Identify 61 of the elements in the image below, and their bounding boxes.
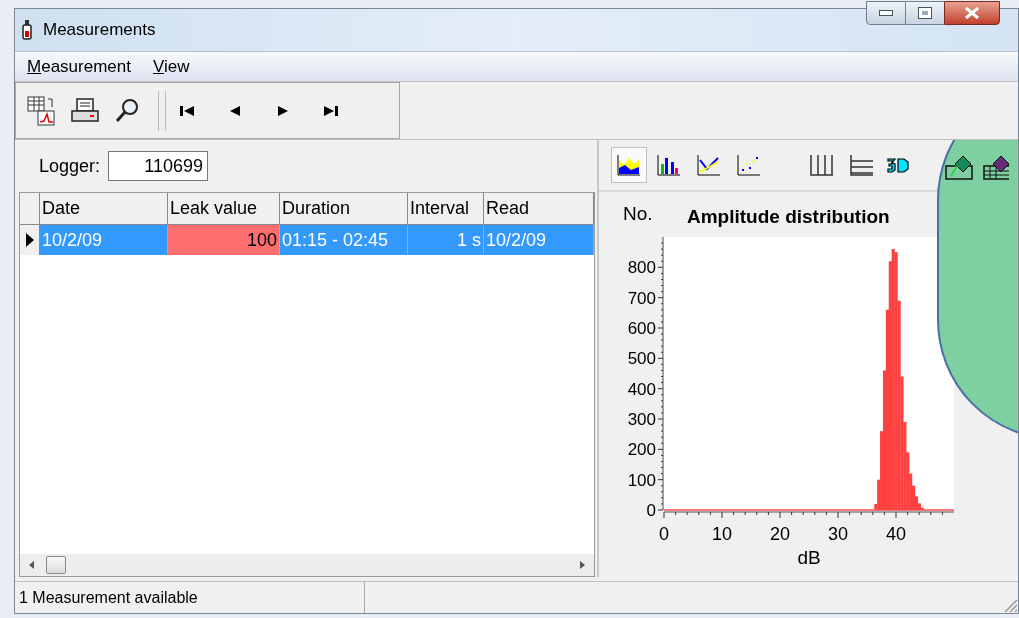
scatter-chart-icon bbox=[737, 154, 761, 176]
chart-type-button[interactable] bbox=[611, 147, 647, 183]
logger-label: Logger: bbox=[39, 154, 101, 178]
logger-field[interactable]: 110699 bbox=[108, 151, 209, 181]
x-tick-label: 20 bbox=[770, 524, 790, 544]
previous-record-icon bbox=[228, 104, 242, 117]
vertical-gridlines-icon bbox=[809, 153, 835, 177]
y-axis-label: No. bbox=[623, 203, 653, 224]
column-header[interactable]: Read bbox=[484, 193, 594, 224]
close-button[interactable] bbox=[944, 1, 1000, 25]
chart-title: Amplitude distribution bbox=[687, 206, 890, 227]
column-header[interactable]: Interval bbox=[408, 193, 484, 224]
x-tick-label: 40 bbox=[886, 524, 906, 544]
y-tick-label: 200 bbox=[627, 440, 656, 460]
x-tick-label: 0 bbox=[659, 524, 669, 544]
line-chart-icon bbox=[697, 154, 721, 176]
x-tick-label: 30 bbox=[828, 524, 848, 544]
table-cell: 1 s bbox=[408, 225, 484, 255]
table-cell: 10/2/09 bbox=[484, 225, 594, 255]
close-icon bbox=[964, 6, 980, 20]
column-header[interactable]: Duration bbox=[280, 193, 408, 224]
3d-view-icon bbox=[885, 155, 911, 175]
fill-grid-icon bbox=[983, 154, 1009, 180]
minimize-icon bbox=[879, 10, 893, 16]
y-tick-label: 400 bbox=[627, 379, 656, 399]
horizontal-scrollbar[interactable] bbox=[20, 554, 594, 576]
print-icon bbox=[70, 96, 100, 125]
x-tick-label: 10 bbox=[712, 524, 732, 544]
column-header[interactable]: Leak value bbox=[168, 193, 280, 224]
y-tick-label: 500 bbox=[627, 349, 656, 369]
fill-color-icon bbox=[945, 154, 975, 180]
table-cell: 100 bbox=[168, 225, 280, 255]
y-tick-label: 700 bbox=[627, 288, 656, 308]
next-record-icon bbox=[276, 104, 290, 117]
import-data-icon bbox=[26, 94, 56, 127]
status-text: 1 Measurement available bbox=[15, 582, 365, 613]
resize-grip-icon bbox=[1002, 597, 1018, 613]
sensor-icon bbox=[21, 19, 33, 41]
y-tick-label: 300 bbox=[627, 410, 656, 429]
area-chart-icon bbox=[617, 154, 641, 176]
maximize-icon bbox=[918, 7, 932, 19]
last-record-icon bbox=[324, 104, 338, 117]
bar-chart-icon bbox=[657, 154, 681, 176]
first-record-icon bbox=[180, 104, 194, 117]
table-cell: 01:15 - 02:45 bbox=[280, 225, 408, 255]
y-tick-label: 800 bbox=[627, 258, 656, 278]
maximize-button[interactable] bbox=[906, 1, 944, 25]
column-header[interactable]: Date bbox=[40, 193, 168, 224]
search-icon bbox=[114, 96, 140, 125]
toolbar-grip[interactable] bbox=[158, 90, 166, 131]
menu-item[interactable]: Measurement bbox=[27, 53, 131, 80]
minimize-button[interactable] bbox=[866, 1, 906, 25]
scroll-thumb[interactable] bbox=[46, 556, 66, 574]
y-tick-label: 0 bbox=[646, 501, 656, 520]
window-title: Measurements bbox=[43, 19, 156, 42]
horizontal-gridlines-icon bbox=[849, 153, 875, 177]
x-axis-label: dB bbox=[797, 547, 821, 568]
y-tick-label: 100 bbox=[627, 470, 656, 490]
menu-item[interactable]: View bbox=[152, 53, 190, 80]
table-cell: 10/2/09 bbox=[40, 225, 168, 255]
y-tick-label: 600 bbox=[627, 319, 656, 338]
